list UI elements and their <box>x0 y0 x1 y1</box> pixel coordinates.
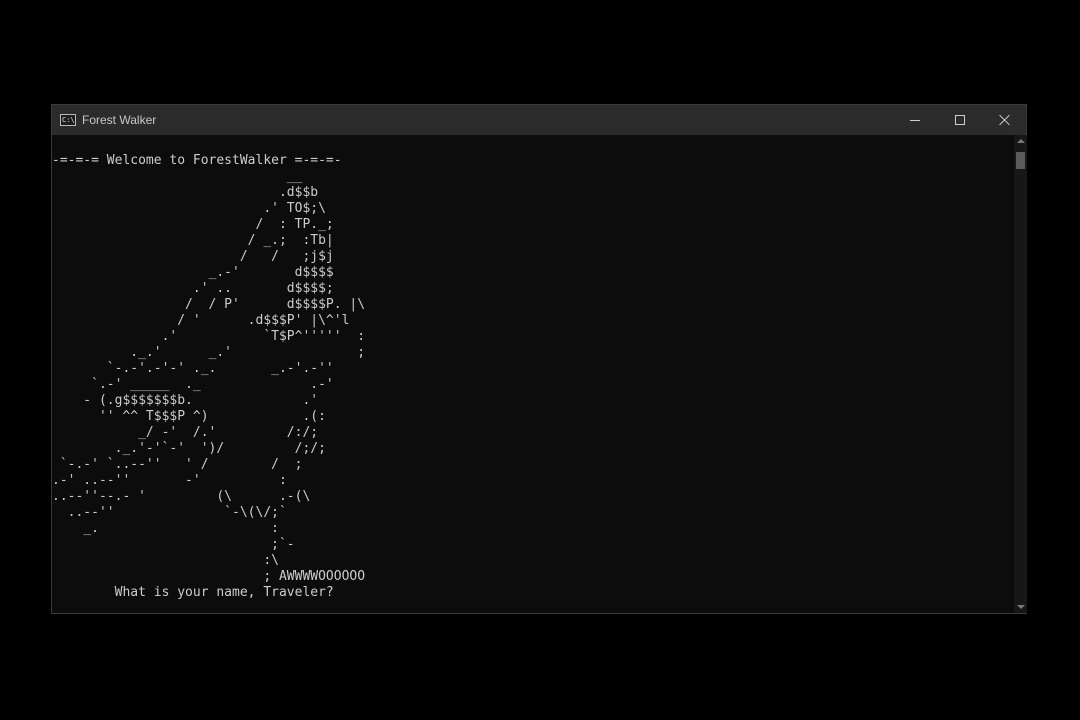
console-line: .' TO$;\ <box>52 201 326 216</box>
console-line: _. : <box>52 521 279 536</box>
console-line: .' .. d$$$$; <box>52 281 334 296</box>
console-line: .' `T$P^''''' : <box>52 329 366 344</box>
console-line: - (.g$$$$$$$b. .' <box>52 393 319 408</box>
console-line: / / ;j$j <box>52 249 334 264</box>
maximize-button[interactable] <box>937 105 983 135</box>
console-line: / : TP._; <box>52 217 334 232</box>
console-line: __ <box>52 169 303 184</box>
title-bar[interactable]: C:\ Forest Walker <box>52 105 1026 135</box>
console-line: -=-=-= Welcome to ForestWalker =-=-=- <box>52 153 342 168</box>
console-line: :\ <box>52 553 279 568</box>
console-line: / _.; :Tb| <box>52 233 334 248</box>
console-app-icon-glyph: C:\ <box>62 116 75 124</box>
console-line: ._.' _.' ; <box>52 345 366 360</box>
minimize-icon <box>910 120 920 121</box>
maximize-icon <box>955 115 965 125</box>
console-app-icon[interactable]: C:\ <box>60 114 76 126</box>
console-line: ; AWWWWOOOOOO <box>52 569 366 584</box>
vertical-scrollbar[interactable] <box>1014 135 1027 613</box>
console-line: `.-' _____ ._ .-' <box>52 377 334 392</box>
console-line: `-.-'.-'-' ._. _.-'.-'' <box>52 361 334 376</box>
scroll-up-arrow-icon[interactable] <box>1017 139 1025 143</box>
console-line: '' ^^ T$$$P ^) .(: <box>52 409 326 424</box>
console-line: ..--'' `-\(\/;` <box>52 505 287 520</box>
scrollbar-thumb[interactable] <box>1016 152 1025 169</box>
console-line: .d$$b <box>52 185 319 200</box>
window-title: Forest Walker <box>82 113 157 127</box>
console-line: ._.'-'`-' ')/ /;/; <box>52 441 326 456</box>
minimize-button[interactable] <box>892 105 938 135</box>
console-window: C:\ Forest Walker -=-=-= Welcome to Fore… <box>51 104 1027 614</box>
console-line: _/ -' /.' /:/; <box>52 425 319 440</box>
console-line: / / P' d$$$$P. |\ <box>52 297 366 312</box>
console-line: ..--''--.- ' (\ .-(\ <box>52 489 311 504</box>
console-output[interactable]: -=-=-= Welcome to ForestWalker =-=-=- __… <box>52 135 1014 613</box>
scroll-down-arrow-icon[interactable] <box>1017 605 1025 609</box>
close-button[interactable] <box>982 105 1028 135</box>
console-line: .-' ..--'' -' : <box>52 473 287 488</box>
console-line: ;`- <box>52 537 295 552</box>
console-line: _.-' d$$$$ <box>52 265 334 280</box>
console-line: `-.-' `..--'' ' / / ; <box>52 457 303 472</box>
console-line: What is your name, Traveler? <box>52 585 334 600</box>
console-line: / ' .d$$$P' |\^'l <box>52 313 350 328</box>
console-text: -=-=-= Welcome to ForestWalker =-=-=- __… <box>52 153 365 601</box>
